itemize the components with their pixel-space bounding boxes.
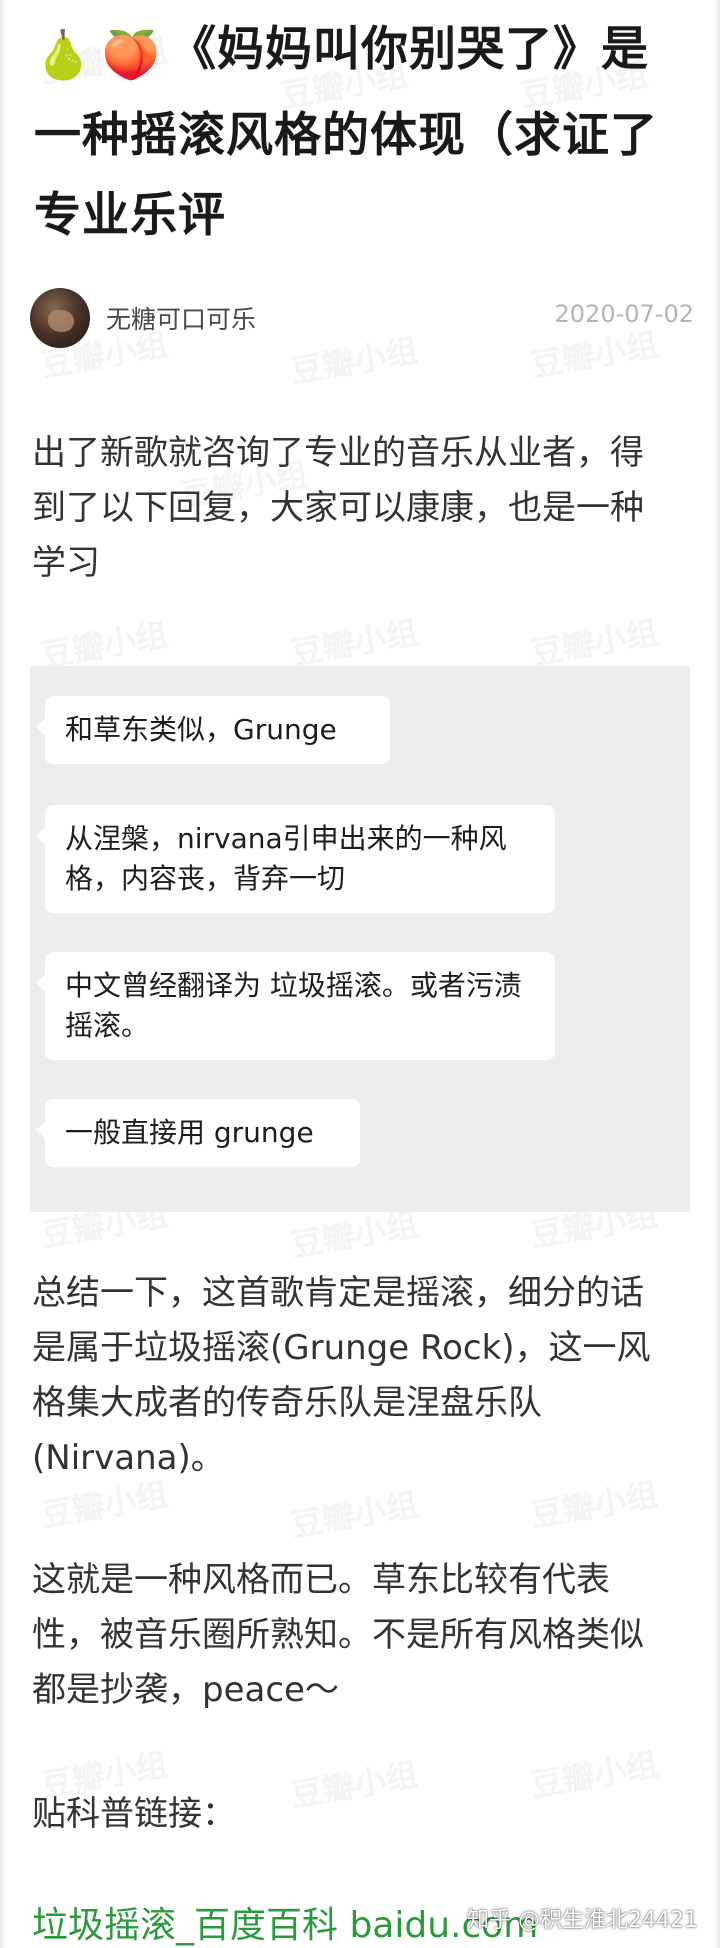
chat-bubble: 中文曾经翻译为 垃圾摇滚。或者污渍摇滚。 [36,952,555,1060]
left-edge-shadow [0,0,6,1948]
author-row: 无糖可口可乐 2020-07-02 [30,284,694,348]
peach-icon: 🍑 [101,28,162,83]
right-edge-shadow [714,0,720,1948]
pear-icon: 🍐 [34,28,94,83]
post-page: 豆瓣小组 豆瓣小组 豆瓣小组 豆瓣小组 豆瓣小组 豆瓣小组 豆瓣小组 豆瓣小组 … [0,0,720,1948]
watermark: 豆瓣小组 [288,1485,421,1545]
style-note-paragraph: 这就是一种风格而已。草东比较有代表性，被音乐圈所熟知。不是所有风格类似都是抄袭，… [32,1560,644,1710]
watermark: 豆瓣小组 [288,613,421,673]
post-title: 🍐 🍑 《妈妈叫你别哭了》是一种摇滚风格的体现（求证了专业乐评 [34,10,694,256]
chat-screenshot: 和草东类似，Grunge 从涅槃，nirvana引申出来的一种风格，内容丧，背弃… [30,666,690,1212]
intro-paragraph: 出了新歌就咨询了专业的音乐从业者，得到了以下回复，大家可以康康，也是一种学习 [32,433,644,583]
zhihu-credit: 知乎 @积生淮北24421 [467,1908,698,1933]
chat-bubble: 从涅槃，nirvana引申出来的一种风格，内容丧，背弃一切 [36,805,555,913]
post-date: 2020-07-02 [554,300,694,328]
avatar[interactable] [30,288,90,348]
chat-bubble: 一般直接用 grunge [36,1099,360,1167]
watermark: 豆瓣小组 [528,613,661,673]
chat-bubble: 和草东类似，Grunge [36,696,390,764]
link-label: 贴科普链接： [32,1794,236,1834]
summary-paragraph: 总结一下，这首歌肯定是摇滚，细分的话是属于垃圾摇滚(Grunge Rock)，这… [32,1273,651,1478]
author-name[interactable]: 无糖可口可乐 [106,300,256,336]
